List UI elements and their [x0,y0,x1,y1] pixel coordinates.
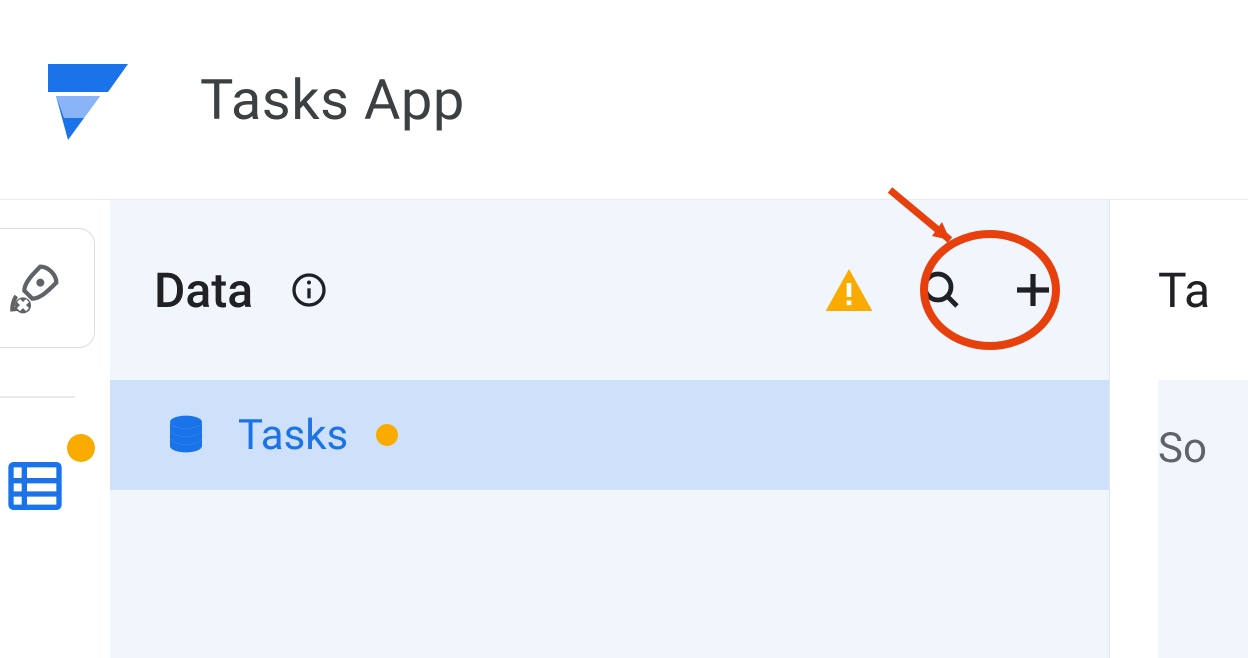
data-panel-title: Data [154,262,253,319]
top-bar: Tasks App [0,0,1248,200]
data-icon [3,454,67,518]
search-icon [917,266,965,314]
table-row[interactable]: Tasks [110,380,1109,490]
add-table-button[interactable] [1001,258,1065,322]
app-title: Tasks App [200,67,465,133]
warning-icon[interactable] [817,258,881,322]
database-icon [162,411,210,459]
data-panel: Data [110,200,1110,658]
nav-data-button[interactable] [0,446,75,526]
right-pane: Ta So [1110,200,1248,658]
right-pane-body: So [1158,380,1248,658]
data-panel-header: Data [110,200,1109,380]
appsheet-logo [32,52,144,148]
right-pane-body-text: So [1158,424,1207,473]
search-button[interactable] [909,258,973,322]
main-area: Data [0,200,1248,658]
nav-data-warning-dot [67,434,95,462]
table-name: Tasks [238,411,348,460]
right-pane-tab-label[interactable]: Ta [1158,200,1248,380]
rocket-icon [3,256,67,320]
info-icon[interactable] [277,258,341,322]
tables-list: Tasks [110,380,1109,490]
plus-icon [1009,266,1057,314]
nav-deploy-button[interactable] [0,228,95,348]
table-warning-dot [376,424,398,446]
left-nav-rail [0,200,110,658]
nav-divider [0,396,75,398]
